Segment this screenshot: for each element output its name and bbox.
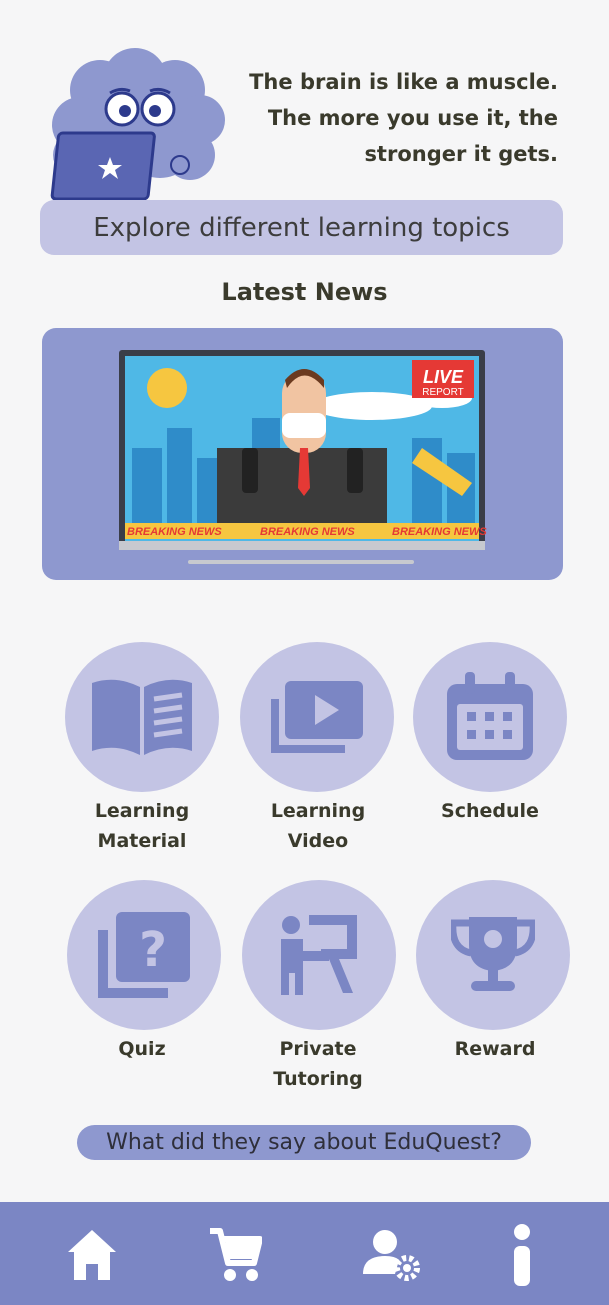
label-line: Schedule <box>441 800 539 822</box>
tutor-icon <box>281 915 357 995</box>
brain-mascot-illustration <box>40 45 235 205</box>
ticker-text: BREAKING NEWS <box>260 526 355 538</box>
reward-label: Reward <box>405 1034 585 1064</box>
learning-video-label: Learning Video <box>228 796 408 856</box>
live-badge-text: LIVE <box>423 367 464 387</box>
quiz-button[interactable]: ? <box>67 880 221 1030</box>
learning-material-label: Learning Material <box>52 796 232 856</box>
svg-text:?: ? <box>139 922 167 978</box>
video-library-icon <box>271 681 363 753</box>
quote-line: stronger it gets. <box>364 142 558 166</box>
home-icon <box>68 1230 116 1280</box>
nav-cart-button[interactable] <box>196 1217 276 1293</box>
learning-video-button[interactable] <box>240 642 394 792</box>
label-line: Video <box>287 830 349 852</box>
learning-material-button[interactable] <box>65 642 219 792</box>
book-icon <box>92 679 192 755</box>
explore-topics-button[interactable]: Explore different learning topics <box>40 200 563 255</box>
nav-info-button[interactable] <box>482 1217 562 1293</box>
testimonials-button[interactable]: What did they say about EduQuest? <box>77 1125 531 1160</box>
nav-account-settings-button[interactable] <box>352 1217 432 1293</box>
quiz-icon: ? <box>98 912 190 998</box>
info-icon <box>514 1224 530 1286</box>
schedule-button[interactable] <box>413 642 567 792</box>
label-line: Material <box>97 830 187 852</box>
calendar-icon <box>447 672 533 760</box>
ticker-text: BREAKING NEWS <box>127 526 222 538</box>
trophy-icon <box>451 917 535 991</box>
label-line: Private <box>279 1038 357 1060</box>
user-settings-icon <box>363 1230 420 1281</box>
label-line: Reward <box>454 1038 536 1060</box>
label-line: Learning <box>94 800 190 822</box>
news-tv-illustration: LIVE REPORT BREAKING NEWS BREAKING NEWS … <box>119 350 487 564</box>
quiz-label: Quiz <box>52 1034 232 1064</box>
reward-button[interactable] <box>416 880 570 1030</box>
bottom-navigation <box>0 1202 609 1305</box>
cart-icon <box>210 1228 262 1281</box>
quote-line: The brain is like a muscle. <box>249 70 558 94</box>
private-tutoring-button[interactable] <box>242 880 396 1030</box>
ticker-text: BREAKING NEWS <box>392 526 487 538</box>
testimonials-label: What did they say about EduQuest? <box>106 1130 502 1155</box>
private-tutoring-label: Private Tutoring <box>228 1034 408 1094</box>
schedule-label: Schedule <box>400 796 580 826</box>
quote-line: The more you use it, the <box>267 106 558 130</box>
label-line: Quiz <box>118 1038 166 1060</box>
explore-topics-label: Explore different learning topics <box>93 212 510 243</box>
latest-news-title: Latest News <box>221 278 388 306</box>
live-badge-subtext: REPORT <box>422 387 464 398</box>
latest-news-card[interactable]: LIVE REPORT BREAKING NEWS BREAKING NEWS … <box>42 328 563 580</box>
motivational-quote: The brain is like a muscle. The more you… <box>228 64 558 172</box>
label-line: Learning <box>270 800 366 822</box>
label-line: Tutoring <box>273 1068 363 1090</box>
nav-home-button[interactable] <box>52 1217 132 1293</box>
